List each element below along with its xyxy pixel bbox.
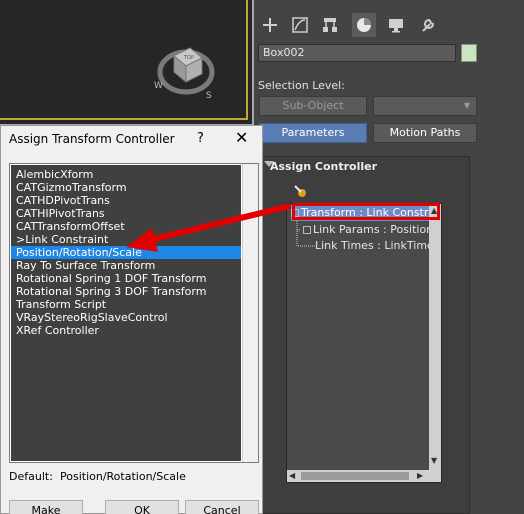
- modify-tab-button[interactable]: [288, 13, 312, 37]
- list-item[interactable]: >Link Constraint: [11, 233, 241, 246]
- scroll-left-icon[interactable]: ◀: [289, 471, 295, 480]
- hierarchy-tab-button[interactable]: [318, 13, 342, 37]
- tree-item-link-times[interactable]: Link Times : LinkTimeCo: [315, 238, 442, 254]
- motion-icon: [357, 18, 371, 32]
- viewport[interactable]: TOP W S: [0, 0, 254, 126]
- rollout-title[interactable]: Assign Controller: [270, 160, 377, 173]
- scroll-down-icon[interactable]: ▼: [431, 456, 437, 465]
- list-vertical-scrollbar[interactable]: [242, 164, 258, 462]
- command-panel: Box002 Selection Level: Sub-Object ▼ Par…: [254, 0, 524, 514]
- list-item[interactable]: CATGizmoTransform: [11, 181, 241, 194]
- list-item[interactable]: Rotational Spring 3 DOF Transform: [11, 285, 241, 298]
- list-item[interactable]: AlembicXform: [11, 168, 241, 181]
- tree-horizontal-scrollbar[interactable]: ◀ ▶: [287, 470, 429, 482]
- close-icon[interactable]: ✕: [235, 128, 248, 147]
- selection-level-label: Selection Level:: [258, 79, 345, 92]
- svg-text:S: S: [206, 91, 212, 100]
- default-value: Position/Rotation/Scale: [60, 470, 186, 483]
- list-item[interactable]: Position/Rotation/Scale: [11, 246, 241, 259]
- display-icon: [389, 19, 403, 33]
- hierarchy-icon: [323, 18, 337, 32]
- sub-object-dropdown[interactable]: ▼: [373, 96, 477, 116]
- default-label: Default:: [9, 470, 53, 483]
- display-tab-button[interactable]: [384, 13, 408, 37]
- list-item[interactable]: Ray To Surface Transform: [11, 259, 241, 272]
- dialog-title: Assign Transform Controller: [9, 132, 175, 146]
- svg-text:W: W: [154, 81, 163, 91]
- controller-tree[interactable]: Transform : Link Constraint Link Params …: [286, 203, 442, 483]
- list-item[interactable]: VRayStereoRigSlaveControl: [11, 311, 241, 324]
- list-item[interactable]: Transform Script: [11, 298, 241, 311]
- controller-list[interactable]: AlembicXform CATGizmoTransform CATHDPivotT…: [11, 165, 241, 461]
- tab-parameters[interactable]: Parameters: [259, 123, 367, 143]
- assign-controller-icon[interactable]: [292, 183, 308, 199]
- tree-item-label: Link Times : LinkTimeCo: [315, 239, 442, 252]
- object-name-field[interactable]: Box002: [258, 44, 456, 62]
- controller-listbox[interactable]: AlembicXform CATGizmoTransform CATHDPivotT…: [9, 163, 259, 463]
- utilities-wrench-icon: [422, 18, 435, 32]
- tree-vertical-scrollbar[interactable]: ▲ ▼: [429, 204, 441, 482]
- sub-object-button[interactable]: Sub-Object: [259, 96, 367, 116]
- cancel-button[interactable]: Cancel: [185, 500, 259, 514]
- create-tab-button[interactable]: [258, 13, 282, 37]
- ok-button[interactable]: OK: [105, 500, 179, 514]
- make-default-button[interactable]: Make Default: [9, 500, 83, 514]
- plus-icon: [263, 18, 277, 32]
- scroll-right-icon[interactable]: ▶: [417, 471, 423, 480]
- scrollbar-thumb[interactable]: [301, 472, 409, 480]
- command-panel-toolbar: [254, 10, 524, 40]
- tab-motion-paths[interactable]: Motion Paths: [373, 123, 477, 143]
- viewcube-icon[interactable]: TOP W S: [150, 38, 222, 100]
- chevron-down-icon: ▼: [463, 101, 470, 110]
- modify-curve-icon: [292, 17, 308, 33]
- help-icon[interactable]: ?: [197, 131, 204, 146]
- motion-tab-button[interactable]: [352, 13, 376, 37]
- annotation-highlight-box: [292, 203, 440, 220]
- list-item[interactable]: XRef Controller: [11, 324, 241, 337]
- tree-item-label: Link Params : Position/R: [313, 223, 442, 236]
- viewcube-top-label: TOP: [183, 55, 194, 61]
- list-item[interactable]: Rotational Spring 1 DOF Transform: [11, 272, 241, 285]
- list-item[interactable]: CATTransformOffset: [11, 220, 241, 233]
- list-item[interactable]: CATHIPivotTrans: [11, 207, 241, 220]
- utilities-tab-button[interactable]: [416, 13, 440, 37]
- list-item[interactable]: CATHDPivotTrans: [11, 194, 241, 207]
- assign-transform-controller-dialog: Assign Transform Controller ? ✕ AlembicX…: [0, 125, 263, 514]
- object-color-swatch[interactable]: [461, 44, 477, 62]
